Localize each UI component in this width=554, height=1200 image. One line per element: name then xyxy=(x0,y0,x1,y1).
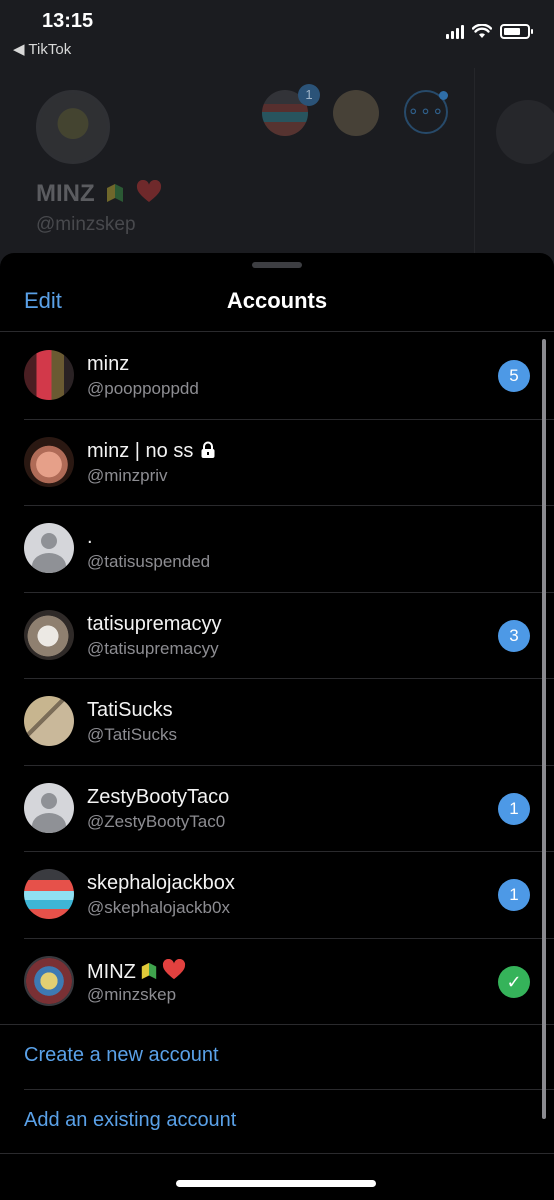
account-name: minz | no ss xyxy=(87,440,217,463)
avatar xyxy=(24,955,74,1006)
home-indicator[interactable] xyxy=(176,1180,376,1187)
add-existing-account-button[interactable]: Add an existing account xyxy=(0,1089,554,1154)
create-account-button[interactable]: Create a new account xyxy=(0,1024,554,1089)
account-handle: @skephalojackb0x xyxy=(87,898,230,917)
side-panel xyxy=(474,68,554,268)
selected-check-icon: ✓ xyxy=(498,965,530,998)
account-switch-avatar[interactable] xyxy=(333,90,379,136)
account-handle: @minzskep xyxy=(87,984,177,1004)
account-handle: @tatisupremacyy xyxy=(87,638,219,658)
profile-avatar xyxy=(36,90,110,164)
notification-badge: 1 xyxy=(298,84,320,106)
lock-icon xyxy=(201,441,215,458)
notification-dot xyxy=(439,91,448,100)
account-handle: @ZestyBootyTac0 xyxy=(87,811,226,831)
notification-badge: 3 xyxy=(498,619,530,652)
status-bar: 13:15 ◀ TikTok xyxy=(0,0,554,58)
heart-icon xyxy=(136,180,162,202)
avatar xyxy=(24,869,74,919)
account-row-tatisuspended[interactable]: . @tatisuspended xyxy=(0,505,554,592)
status-time: 13:15 xyxy=(42,10,94,32)
heart-icon xyxy=(162,958,185,979)
notification-badge: 1 xyxy=(498,792,530,825)
sheet-header: Edit Accounts xyxy=(0,269,554,331)
add-existing-account-label: Add an existing account xyxy=(24,1109,237,1131)
account-name: . xyxy=(87,526,93,548)
default-avatar-icon xyxy=(24,782,74,833)
profile-username: @minzskep xyxy=(36,214,136,235)
account-row-tatisucks[interactable]: TatiSucks @TatiSucks xyxy=(0,678,554,765)
avatar xyxy=(24,436,74,487)
account-name: tatisupremacyy xyxy=(87,612,222,635)
side-avatar xyxy=(496,100,554,164)
account-handle: @pooppoppdd xyxy=(87,379,199,398)
account-handle: @minzpriv xyxy=(87,465,168,485)
scrollbar[interactable] xyxy=(542,339,546,1119)
account-row-zestybootytac0[interactable]: ZestyBootyTaco @ZestyBootyTac0 1 xyxy=(0,764,554,852)
cellular-signal-icon xyxy=(446,24,464,39)
profile-background: 13:15 ◀ TikTok MINZ @minzskep 1 ∘∘∘ xyxy=(0,0,554,270)
accounts-sheet: Edit Accounts minz @pooppoppdd 5 minz | … xyxy=(0,253,554,1200)
account-row-skephalojackb0x[interactable]: skephalojackbox @skephalojackb0x 1 xyxy=(0,851,554,938)
account-name: ZestyBootyTaco xyxy=(87,785,230,808)
beginner-mark-icon xyxy=(141,962,157,979)
account-name: MINZ xyxy=(87,958,186,984)
sheet-grabber[interactable] xyxy=(252,262,302,268)
create-account-label: Create a new account xyxy=(24,1044,219,1066)
notification-badge: 5 xyxy=(498,360,530,392)
sheet-title: Accounts xyxy=(226,288,328,313)
avatar xyxy=(24,696,74,746)
avatar xyxy=(24,609,74,660)
account-name: skephalojackbox xyxy=(87,872,235,894)
back-to-app-link[interactable]: ◀ TikTok xyxy=(13,40,71,58)
account-row-minzskep[interactable]: MINZ @minzskep ✓ xyxy=(0,937,554,1025)
account-row-tatisupremacyy[interactable]: tatisupremacyy @tatisupremacyy 3 xyxy=(0,591,554,679)
bottom-divider xyxy=(0,1153,554,1154)
accounts-list: minz @pooppoppdd 5 minz | no ss @minzpri… xyxy=(0,332,554,1154)
avatar xyxy=(24,350,74,400)
battery-icon xyxy=(500,24,533,39)
account-row-pooppoppdd[interactable]: minz @pooppoppdd 5 xyxy=(0,332,554,419)
default-avatar-icon xyxy=(24,523,74,573)
profile-display-name: MINZ xyxy=(36,180,162,208)
beginner-mark-icon xyxy=(107,184,124,202)
account-handle: @tatisuspended xyxy=(87,552,211,571)
notification-badge: 1 xyxy=(498,879,530,911)
account-name: minz xyxy=(87,353,130,375)
account-row-minzpriv[interactable]: minz | no ss @minzpriv xyxy=(0,418,554,506)
wifi-icon xyxy=(472,24,492,38)
account-handle: @TatiSucks xyxy=(87,725,178,744)
account-name: TatiSucks xyxy=(87,699,173,721)
status-icons xyxy=(446,24,533,39)
